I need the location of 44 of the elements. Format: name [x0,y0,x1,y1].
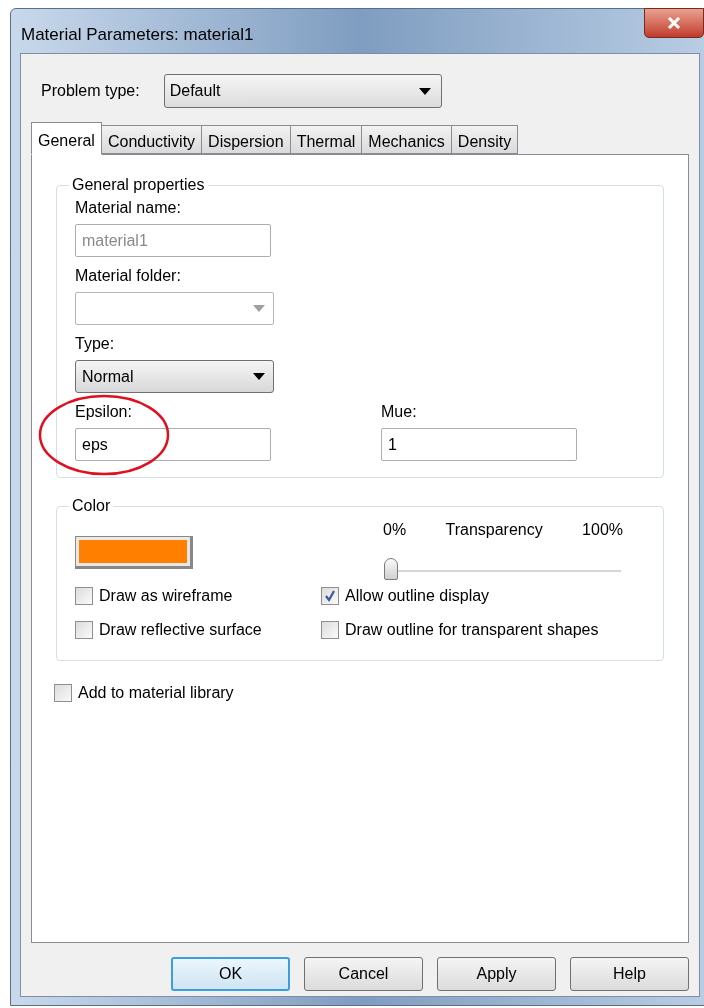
tab[interactable]: Density [450,125,519,154]
checkbox-label: Draw as wireframe [99,586,233,606]
dialog-button[interactable]: Apply [437,957,556,991]
group-title: Color [71,496,112,516]
dropdown[interactable]: Default [163,74,442,108]
tab[interactable]: Mechanics [361,125,452,154]
text-field[interactable]: 1 [381,428,577,461]
close-button[interactable] [644,8,704,38]
text-field[interactable]: eps [75,428,271,461]
dropdown[interactable]: Normal [75,360,274,393]
tab[interactable]: Thermal [289,125,363,154]
field-label: Epsilon: [75,403,133,421]
checkbox[interactable] [75,587,93,605]
color-swatch-button[interactable] [75,536,193,569]
field-label: Material name: [75,199,182,217]
field-label: Problem type: [41,81,140,101]
field-label: Material folder: [75,267,182,285]
checkbox-label: Draw reflective surface [99,620,262,640]
group-title: General properties [71,175,206,195]
dialog-button[interactable]: Help [570,957,689,991]
close-icon [667,17,681,29]
tab[interactable]: Dispersion [201,125,291,154]
checkbox-label: Add to material library [78,683,234,703]
checkbox-label: Draw outline for transparent shapes [345,620,599,640]
dialog-button[interactable]: OK [171,957,290,991]
dropdown-arrow-icon [418,87,431,95]
checkmark-icon [324,590,336,602]
dropdown-arrow-icon [253,305,265,312]
tab[interactable]: General [31,122,102,155]
checkbox[interactable] [321,587,339,605]
checkbox[interactable] [54,684,72,702]
slider-min-label: 0% [383,520,407,540]
checkbox-label: Allow outline display [345,586,490,606]
slider-thumb[interactable] [384,558,398,580]
slider-title: Transparency [445,520,543,540]
checkbox[interactable] [321,621,339,639]
dropdown-arrow-icon [253,373,265,380]
field-label: Type: [75,335,116,353]
slider-max-label: 100% [582,520,623,540]
window-title: Material Parameters: material1 [21,24,254,46]
field-label: Mue: [381,403,418,421]
tab[interactable]: Conductivity [100,125,203,154]
dialog-button[interactable]: Cancel [304,957,423,991]
checkbox[interactable] [75,621,93,639]
